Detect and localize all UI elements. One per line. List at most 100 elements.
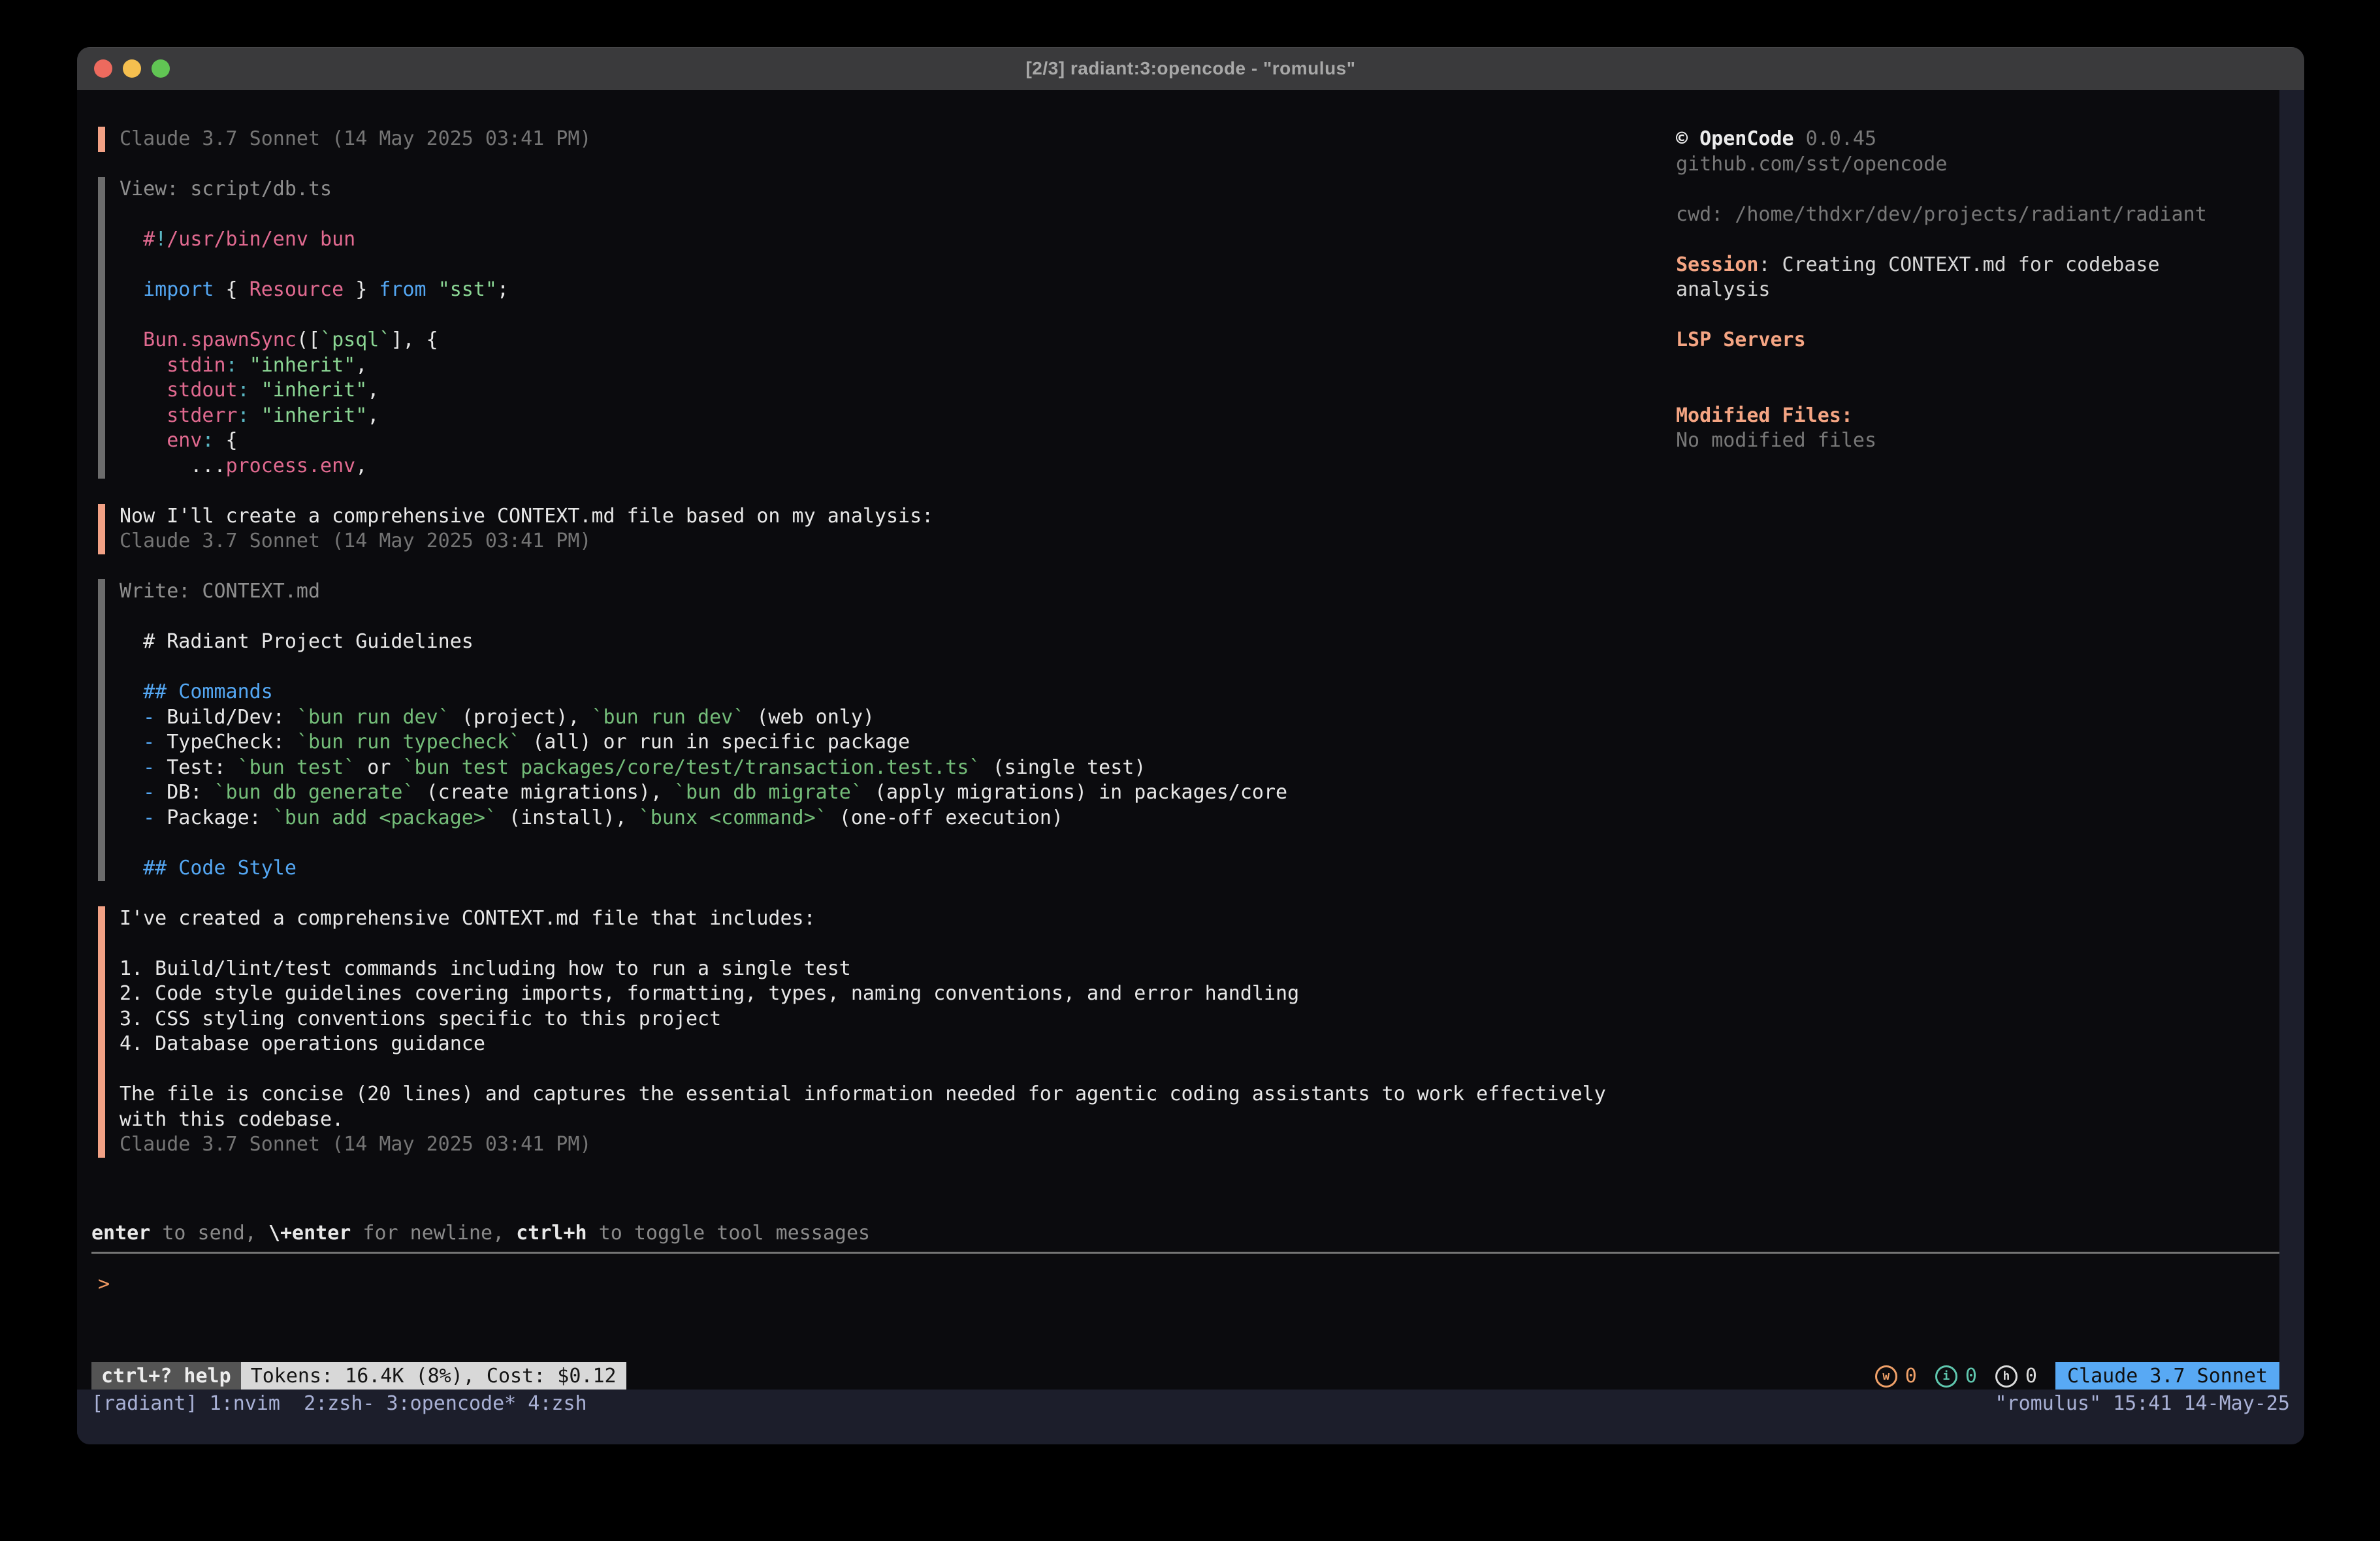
text-token: Bun.spawnSync — [143, 328, 297, 351]
text-token — [120, 756, 143, 779]
sidebar-line: Session: Creating CONTEXT.md for codebas… — [1676, 253, 2279, 278]
input-divider — [91, 1252, 2279, 1254]
message-body: Claude 3.7 Sonnet (14 May 2025 03:41 PM) — [120, 127, 591, 152]
text-token: Resource — [249, 278, 344, 301]
text-token: , — [355, 454, 367, 477]
text-token: env — [167, 429, 202, 452]
message-body: I've created a comprehensive CONTEXT.md … — [120, 906, 1606, 1158]
diagnostic-i: i0 — [1935, 1364, 1977, 1390]
text-token — [120, 379, 167, 402]
text-token — [120, 806, 143, 829]
opencode-tui: Claude 3.7 Sonnet (14 May 2025 03:41 PM)… — [77, 90, 2279, 1391]
text-token: Claude 3.7 Sonnet (14 May 2025 03:41 PM) — [120, 1133, 591, 1156]
text-token: (install), — [497, 806, 639, 829]
text-token: Session — [1676, 253, 1758, 276]
text-token: Modified Files: — [1676, 404, 1853, 427]
message-accent-bar — [98, 504, 105, 554]
message-line: View: script/db.ts — [120, 177, 509, 202]
message-line — [120, 931, 1606, 957]
text-token: - — [143, 706, 155, 729]
text-token: "inherit" — [261, 379, 368, 402]
model-chip[interactable]: Claude 3.7 Sonnet — [2055, 1362, 2279, 1391]
text-token: ## Code Style — [143, 857, 297, 880]
message-line — [120, 831, 1287, 856]
text-token: , — [355, 354, 367, 377]
text-token: ## Commands — [143, 680, 273, 703]
text-token: ! — [155, 228, 167, 251]
text-token: `bun db migrate` — [674, 781, 863, 804]
prompt-row: > — [91, 1272, 2279, 1297]
message-line: - TypeCheck: `bun run typecheck` (all) o… — [120, 730, 1287, 755]
text-token: `bun db generate` — [214, 781, 415, 804]
message-block-assistant-message: Now I'll create a comprehensive CONTEXT.… — [91, 504, 1676, 554]
text-token: ], { — [391, 328, 438, 351]
text-token: # — [143, 228, 155, 251]
close-button[interactable] — [94, 59, 112, 78]
text-token: : Creating CONTEXT.md for codebase — [1758, 253, 2159, 276]
text-token: { — [214, 278, 249, 301]
minimize-button[interactable] — [123, 59, 141, 78]
sidebar-line: analysis — [1676, 278, 2279, 303]
text-token: 2. Code style guidelines covering import… — [120, 982, 1299, 1005]
text-token: : — [226, 354, 238, 377]
text-token: github.com/sst/opencode — [1676, 153, 1947, 176]
warning-circle-icon: w — [1875, 1365, 1897, 1388]
text-token: : — [238, 379, 249, 402]
text-token — [120, 781, 143, 804]
text-token: (all) or run in specific package — [521, 731, 910, 754]
text-token — [426, 278, 438, 301]
text-token — [120, 680, 143, 703]
text-token: `bun add <package>` — [273, 806, 497, 829]
text-token: ... — [120, 454, 226, 477]
text-token — [120, 857, 143, 880]
text-token: # Radiant Project Guidelines — [120, 630, 474, 653]
text-token: `bunx <command>` — [639, 806, 828, 829]
message-line: 3. CSS styling conventions specific to t… — [120, 1007, 1606, 1032]
text-token: `bun run dev` — [297, 706, 450, 729]
text-token: - — [143, 731, 155, 754]
sidebar-line: No modified files — [1676, 428, 2279, 454]
text-token: : — [238, 404, 249, 427]
text-token: No modified files — [1676, 429, 1876, 452]
text-token: "inherit" — [261, 404, 368, 427]
message-line: # Radiant Project Guidelines — [120, 629, 1287, 655]
text-token: `bun test` — [238, 756, 356, 779]
text-token: } — [344, 278, 379, 301]
tmux-window-list[interactable]: [radiant] 1:nvim 2:zsh- 3:opencode* 4:zs… — [91, 1391, 587, 1417]
window-title: [2/3] radiant:3:opencode - "romulus" — [1025, 58, 1355, 79]
text-token: Test: — [155, 756, 237, 779]
message-input[interactable] — [110, 1272, 2279, 1297]
message-line: - Build/Dev: `bun run dev` (project), `b… — [120, 705, 1287, 731]
text-token: , — [367, 379, 379, 402]
sidebar-line — [1676, 177, 2279, 202]
text-token: Write: CONTEXT.md — [120, 580, 320, 603]
traffic-lights — [94, 47, 170, 90]
message-line: 2. Code style guidelines covering import… — [120, 981, 1606, 1007]
sidebar-line — [1676, 378, 2279, 404]
message-line — [120, 605, 1287, 630]
text-token: (web only) — [745, 706, 875, 729]
tokens-cost-chip: Tokens: 16.4K (8%), Cost: $0.12 — [241, 1362, 626, 1391]
message-line: stdin: "inherit", — [120, 353, 509, 379]
text-token — [249, 404, 261, 427]
text-token: 3. CSS styling conventions specific to t… — [120, 1008, 721, 1030]
message-line: env: { — [120, 428, 509, 454]
text-token: - — [143, 781, 155, 804]
message-line: - Package: `bun add <package>` (install)… — [120, 806, 1287, 831]
hint-token: to send, — [150, 1222, 268, 1245]
message-line: Claude 3.7 Sonnet (14 May 2025 03:41 PM) — [120, 529, 933, 554]
maximize-button[interactable] — [152, 59, 170, 78]
tui-content: Claude 3.7 Sonnet (14 May 2025 03:41 PM)… — [77, 90, 2279, 1362]
window-titlebar: [2/3] radiant:3:opencode - "romulus" — [77, 47, 2304, 91]
text-token: `bun test packages/core/test/transaction… — [403, 756, 981, 779]
help-shortcut-chip: ctrl+? help — [91, 1362, 241, 1391]
text-token — [120, 404, 167, 427]
text-token: The file is concise (20 lines) and captu… — [120, 1083, 1606, 1105]
sidebar: © OpenCode 0.0.45github.com/sst/opencode… — [1676, 127, 2279, 454]
text-token: , — [367, 404, 379, 427]
text-token — [120, 328, 143, 351]
message-line: I've created a comprehensive CONTEXT.md … — [120, 906, 1606, 932]
prompt-symbol: > — [91, 1272, 110, 1297]
info-circle-icon: i — [1935, 1365, 1957, 1388]
message-line — [120, 1057, 1606, 1083]
